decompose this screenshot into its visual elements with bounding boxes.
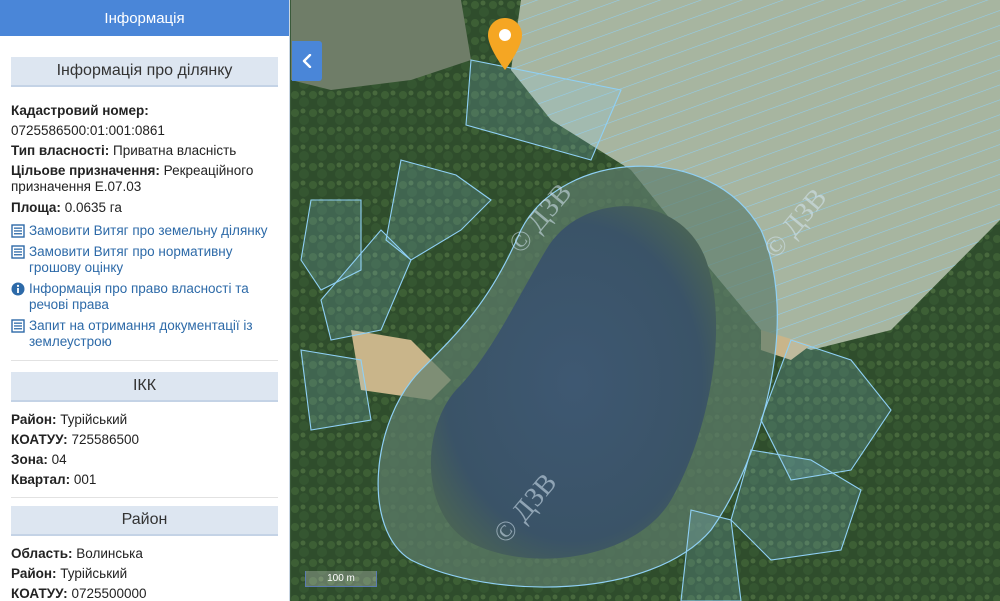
map-canvas[interactable]: © ДЗВ © ДЗВ © ДЗВ <box>291 0 1000 601</box>
panel-header: Інформація <box>0 0 289 36</box>
cadastral-parcel[interactable] <box>680 509 742 601</box>
ikk-district: Район: Турійський <box>11 412 128 427</box>
link-text: Інформація про право власності та речові… <box>29 281 249 312</box>
ikk-quarter: Квартал: 001 <box>11 472 97 487</box>
parcel-details: Кадастровий номер: 0725586500:01:001:086… <box>0 101 289 350</box>
section-title-parcel: Інформація про ділянку <box>11 57 278 87</box>
ikk-zone: Зона: 04 <box>11 452 67 467</box>
info-panel: Інформація Інформація про ділянку Кадаст… <box>0 0 290 601</box>
ownership-rights-info-link[interactable]: Інформація про право власності та речові… <box>11 281 278 313</box>
district-region: Область: Волинська <box>11 546 143 561</box>
scale-label: 100 m <box>327 573 355 584</box>
district-koatuu: КОАТУУ: 0725500000 <box>11 586 147 601</box>
divider <box>11 360 278 361</box>
section-title-text: Інформація про ділянку <box>56 62 233 79</box>
panel-title: Інформація <box>104 9 185 27</box>
district-name: Район: Турійський <box>11 566 128 581</box>
satellite-map[interactable]: © ДЗВ © ДЗВ © ДЗВ <box>291 0 1000 601</box>
ikk-koatuu: КОАТУУ: 725586500 <box>11 432 140 447</box>
divider <box>11 497 278 498</box>
order-valuation-extract-link[interactable]: Замовити Витяг про нормативну грошову оц… <box>11 244 278 276</box>
map-scale-bar: 100 m <box>305 571 377 587</box>
cadastral-parcel[interactable] <box>300 349 372 431</box>
land-documentation-request-link[interactable]: Запит на отримання документації із земле… <box>11 318 278 350</box>
ikk-details: Район: Турійський КОАТУУ: 725586500 Зона… <box>0 410 289 490</box>
order-parcel-extract-link[interactable]: Замовити Витяг про земельну ділянку <box>11 223 278 239</box>
area: Площа: 0.0635 га <box>11 200 122 215</box>
document-list-icon <box>11 319 25 333</box>
section-title-district: Район <box>11 506 278 536</box>
purpose: Цільове призначення: Рекреаційного призн… <box>11 163 254 194</box>
section-title-ikk: ІКК <box>11 372 278 402</box>
cadastral-number-label: Кадастровий номер: <box>11 103 149 118</box>
link-text: Замовити Витяг про земельну ділянку <box>29 223 268 238</box>
district-details: Область: Волинська Район: Турійський КОА… <box>0 544 289 601</box>
document-list-icon <box>11 224 25 238</box>
chevron-left-icon <box>302 54 312 68</box>
section-title-text: ІКК <box>132 377 157 394</box>
cadastral-number-value: 0725586500:01:001:0861 <box>11 123 165 138</box>
ownership-type: Тип власності: Приватна власність <box>11 143 237 158</box>
collapse-panel-button[interactable] <box>292 41 322 81</box>
info-circle-icon <box>11 282 25 296</box>
link-text: Запит на отримання документації із земле… <box>29 318 253 349</box>
section-title-text: Район <box>121 511 168 528</box>
link-text: Замовити Витяг про нормативну грошову оц… <box>29 244 233 275</box>
document-list-icon <box>11 245 25 259</box>
